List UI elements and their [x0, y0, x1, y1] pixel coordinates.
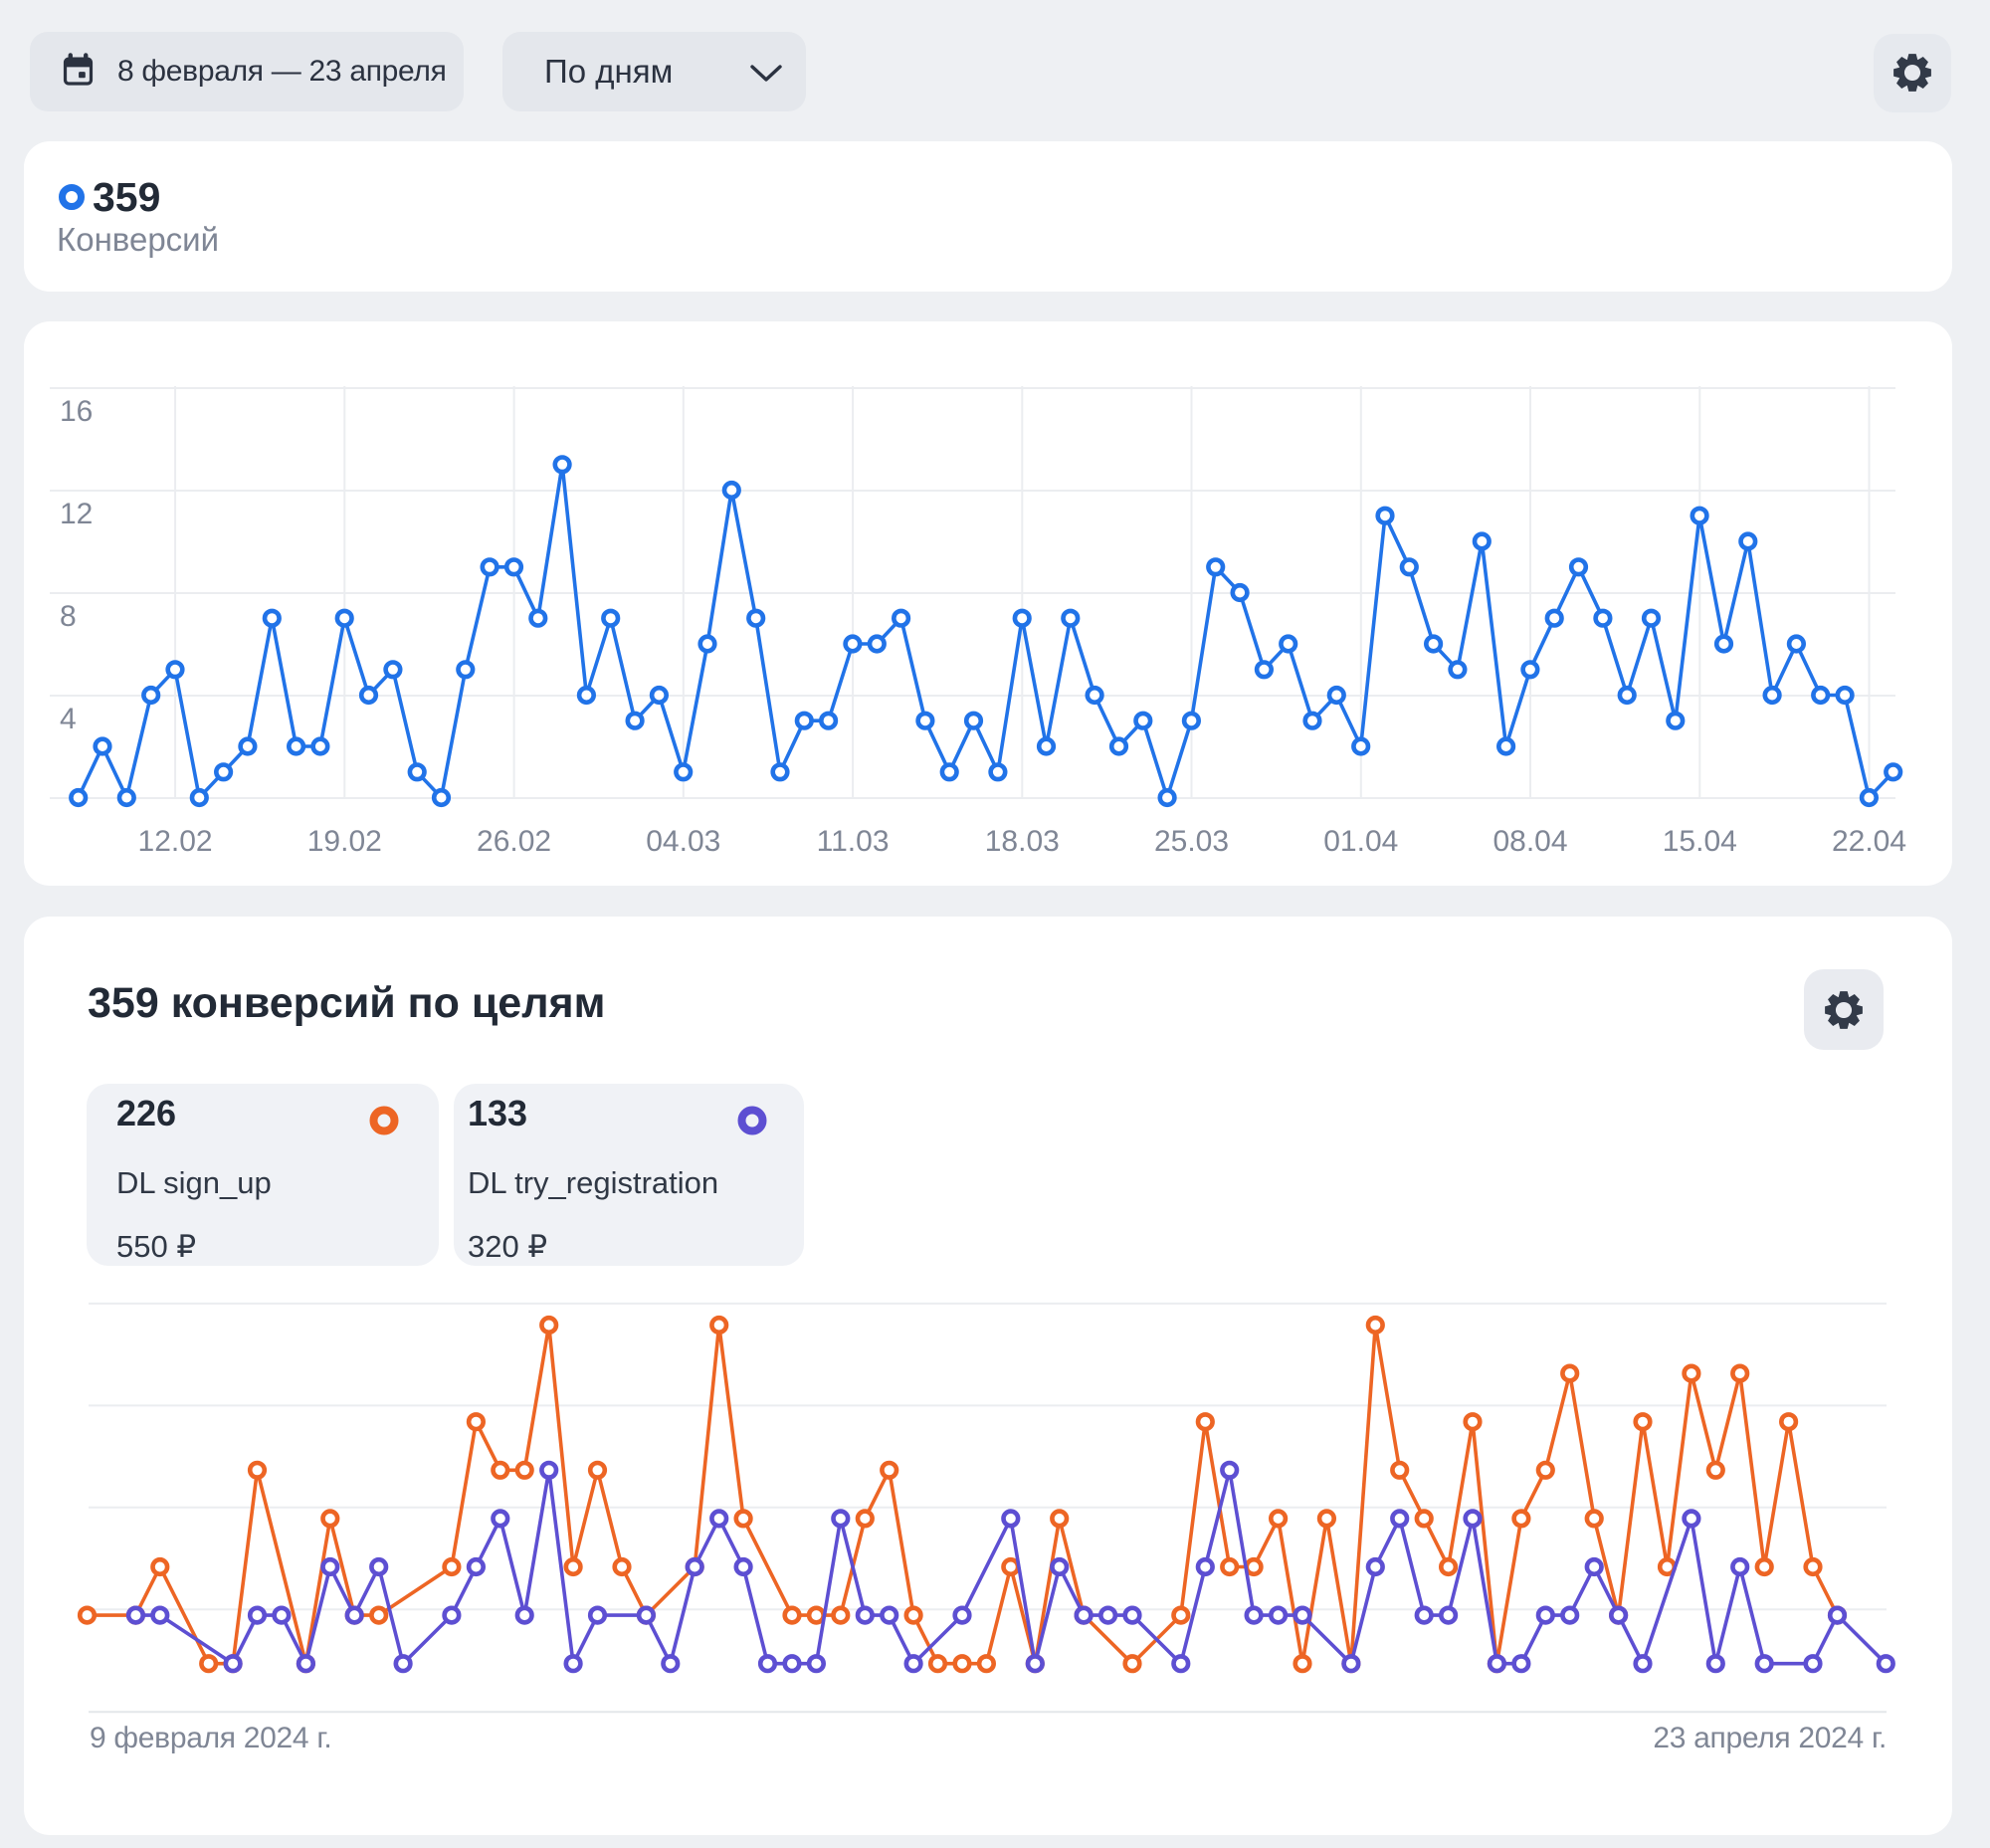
svg-text:9 февраля 2024 г.: 9 февраля 2024 г. — [90, 1722, 331, 1754]
svg-text:23 апреля 2024 г.: 23 апреля 2024 г. — [1653, 1722, 1887, 1754]
